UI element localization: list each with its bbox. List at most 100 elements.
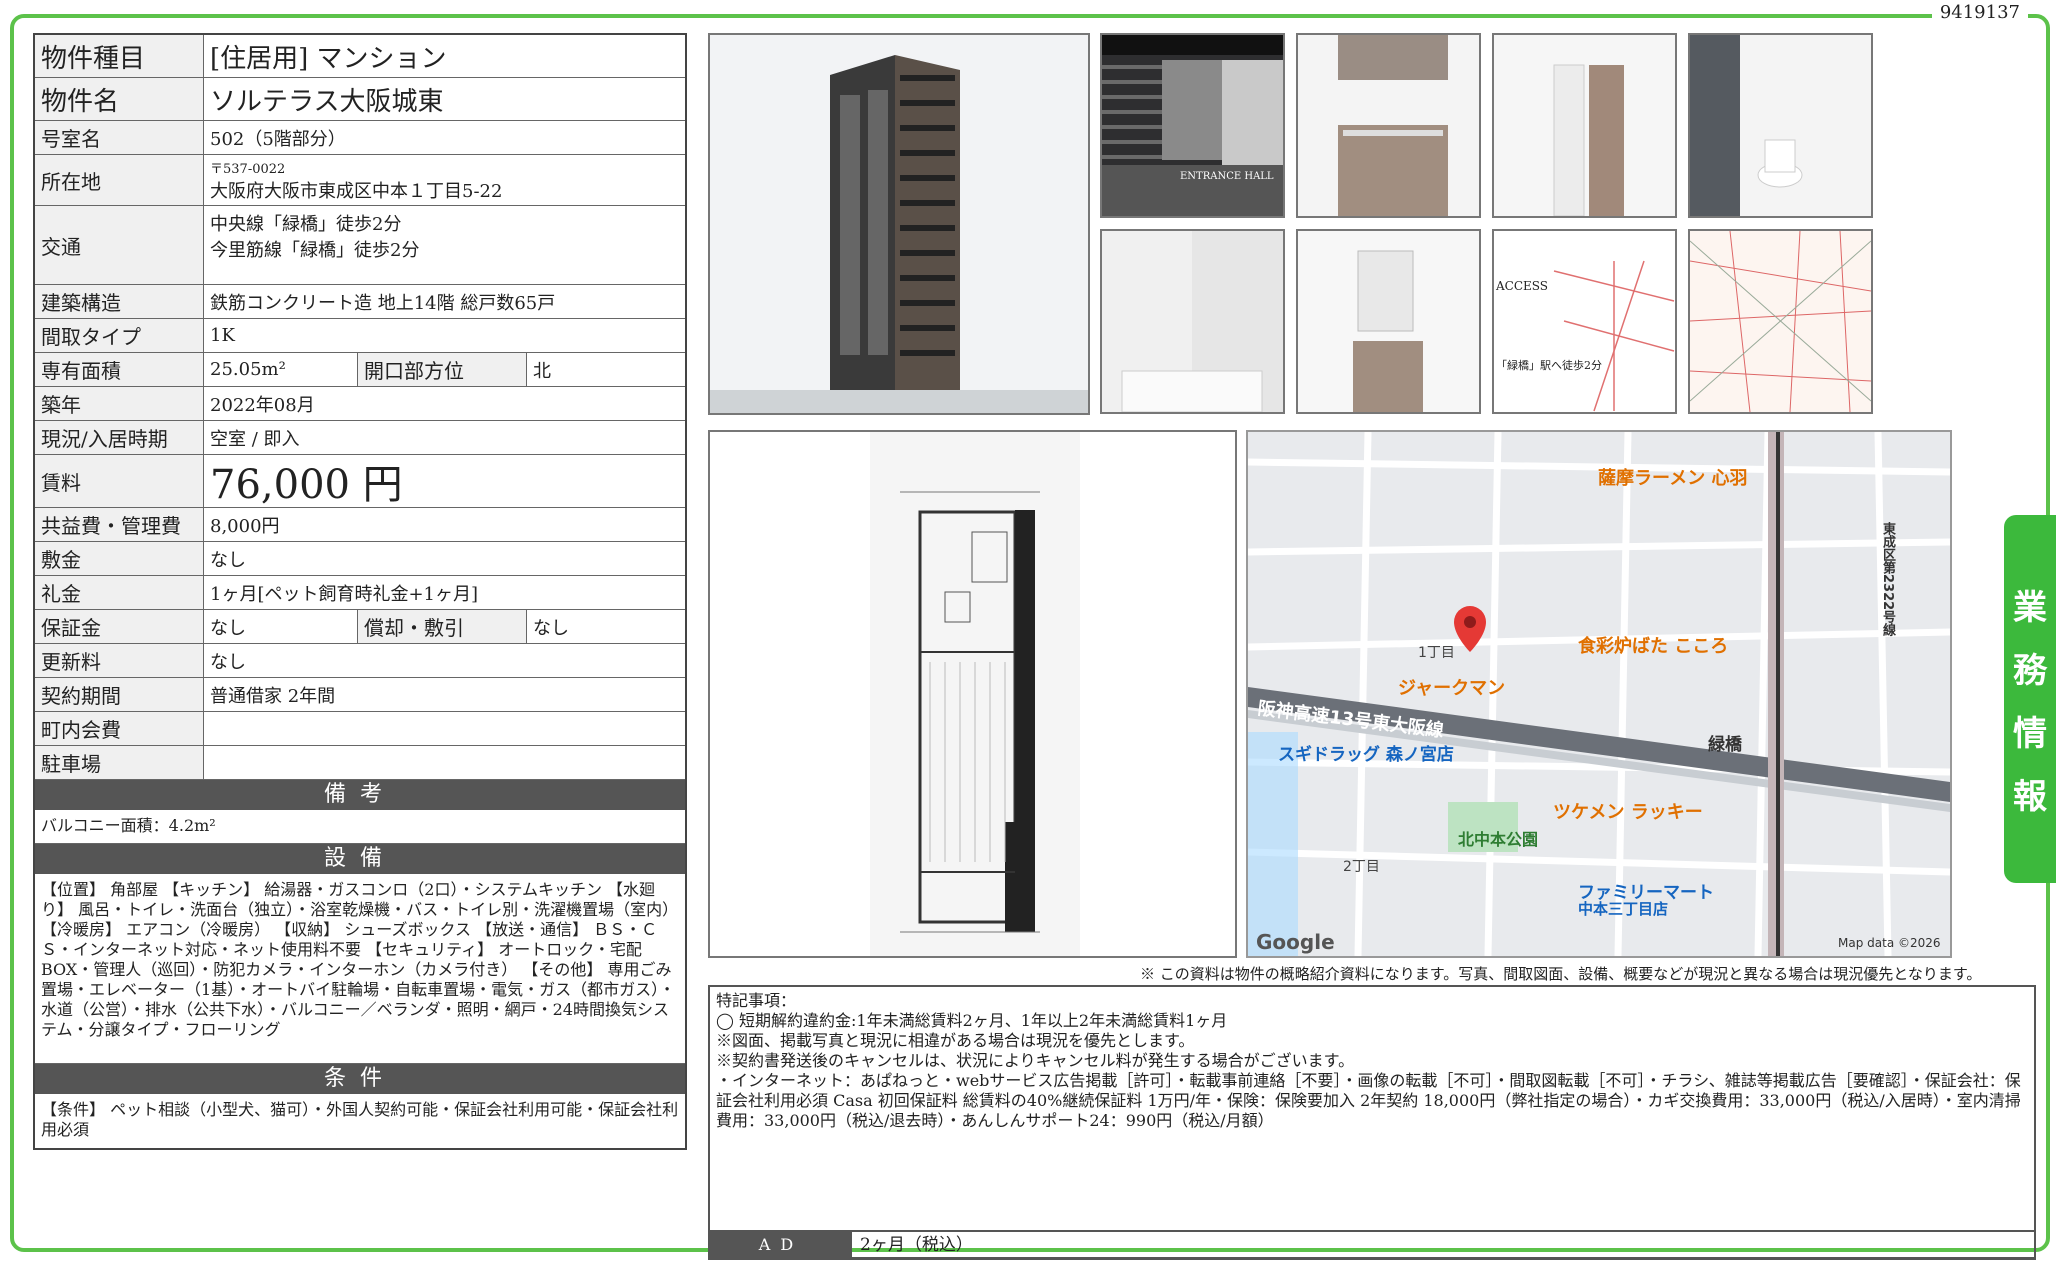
value-structure: 鉄筋コンクリート造 地上14階 総戸数65戸	[210, 292, 556, 314]
value-room: 502（5階部分）	[210, 128, 346, 150]
label-fee: 共益費・管理費	[35, 508, 204, 541]
entrance-illustration	[1102, 35, 1283, 216]
map-label-5: スギドラッグ 森ノ宮店	[1278, 745, 1454, 765]
label-term: 契約期間	[35, 678, 204, 711]
hallway-photo[interactable]	[1492, 33, 1677, 218]
label-renewal: 更新料	[35, 644, 204, 677]
map-label-11: 1丁目	[1418, 645, 1455, 661]
washroom-photo[interactable]	[1296, 229, 1481, 414]
address-text: 大阪府大阪市東成区中本１丁目5-22	[210, 180, 503, 202]
map-label-13: 東成区第2322号線	[1880, 522, 1895, 637]
value-deposit: なし	[210, 549, 246, 571]
ad-value: 2ヶ月（税込）	[860, 1235, 973, 1255]
map-label-12: 2丁目	[1343, 859, 1380, 875]
row-transit: 交通 中央線「緑橋」徒歩2分 今里筋線「緑橋」徒歩2分	[35, 206, 685, 285]
floor-plan[interactable]	[708, 430, 1237, 958]
row-area: 専有面積 25.05m² 開口部方位 北	[35, 353, 685, 387]
map-label-10: 中本三丁目店	[1578, 900, 1669, 918]
label-area: 専有面積	[35, 353, 204, 386]
area-map-photo[interactable]	[1688, 229, 1873, 414]
value-rent: 76,000 円	[210, 462, 403, 508]
remarks-text: バルコニー面積：4.2m²	[35, 810, 685, 844]
bathroom-photo[interactable]	[1100, 229, 1285, 414]
value-guarantee-group: なし 償却・敷引 なし	[204, 610, 685, 643]
special-notes: 特記事項： ◯ 短期解約違約金:1年未満総賃料2ヶ月、1年以上2年未満総賃料1ヶ…	[708, 985, 2036, 1259]
toilet-illustration	[1690, 35, 1803, 216]
label-address: 所在地	[35, 155, 204, 205]
row-status: 現況/入居時期 空室 / 即入	[35, 421, 685, 455]
notes-line-1: ◯ 短期解約違約金:1年未満総賃料2ヶ月、1年以上2年未満総賃料1ヶ月	[716, 1011, 1228, 1030]
kitchen-photo[interactable]	[1296, 33, 1481, 218]
transit-line-1: 中央線「緑橋」徒歩2分	[210, 214, 402, 235]
access-map-illustration	[1553, 260, 1675, 412]
value-area: 25.05m²	[210, 359, 286, 380]
ad-row: AD 2ヶ月（税込）	[708, 1230, 2036, 1260]
zip-code: 〒537-0022	[210, 161, 286, 177]
side-tab-char: 務	[2013, 651, 2047, 691]
toilet-photo[interactable]	[1688, 33, 1873, 218]
label-direction: 開口部方位	[357, 353, 527, 386]
equipment-heading: 設備	[35, 844, 685, 874]
row-rent: 賃料 76,000 円	[35, 455, 685, 508]
value-amortization: なし	[533, 617, 569, 639]
map-label-8: 北中本公園	[1458, 830, 1539, 849]
side-tab-char: 業	[2013, 588, 2047, 628]
row-renewal: 更新料 なし	[35, 644, 685, 678]
remarks-heading: 備考	[35, 780, 685, 810]
ad-label: AD	[710, 1232, 852, 1258]
map-label-7: ツケメン ラッキー	[1553, 802, 1703, 823]
row-name: 物件名 ソルテラス大阪城東	[35, 78, 685, 121]
conditions-text: 【条件】 ペット相談（小型犬、猫可）・外国人契約可能・保証会社利用可能・保証会社…	[41, 1100, 679, 1139]
notes-line-3: ※契約書発送後のキャンセルは、状況によりキャンセル料が発生する場合がございます。	[716, 1051, 1355, 1070]
side-tab-char: 報	[2013, 777, 2047, 817]
row-built: 築年 2022年08月	[35, 387, 685, 421]
location-map[interactable]: 薩摩ラーメン 心羽 食彩炉ばた こころ ジャークマン 阪神高速13号東大阪線 ス…	[1246, 430, 1952, 958]
entrance-hall-photo[interactable]: ENTRANCE HALL	[1100, 33, 1285, 218]
building-illustration	[710, 55, 1088, 413]
map-label-1: 薩摩ラーメン 心羽	[1598, 468, 1748, 489]
building-exterior-photo[interactable]	[708, 33, 1090, 415]
value-renewal: なし	[210, 651, 246, 673]
value-layout: 1K	[210, 325, 235, 346]
row-key-money: 礼金 1ヶ月[ペット飼育時礼金+1ヶ月]	[35, 576, 685, 610]
equipment-text: 【位置】 角部屋 【キッチン】 給湯器・ガスコンロ（2口）・システムキッチン 【…	[35, 874, 685, 1064]
row-room: 号室名 502（5階部分）	[35, 121, 685, 155]
value-area-group: 25.05m² 開口部方位 北	[204, 353, 685, 386]
kitchen-illustration	[1338, 35, 1448, 216]
map-label-2: 食彩炉ばた こころ	[1578, 636, 1729, 657]
value-name: ソルテラス大阪城東	[210, 86, 444, 117]
map-label-3: ジャークマン	[1398, 678, 1506, 699]
row-association: 町内会費	[35, 712, 685, 746]
row-deposit: 敷金 なし	[35, 542, 685, 576]
value-guarantee: なし	[210, 617, 246, 639]
row-guarantee: 保証金 なし 償却・敷引 なし	[35, 610, 685, 644]
property-spec-table: 物件種目 [住居用] マンション 物件名 ソルテラス大阪城東 号室名 502（5…	[33, 33, 687, 1150]
side-tab[interactable]: 業 務 情 報	[2004, 515, 2056, 883]
value-type: [住居用] マンション	[210, 43, 447, 74]
label-guarantee: 保証金	[35, 610, 204, 643]
google-logo: Google	[1256, 930, 1335, 954]
label-status: 現況/入居時期	[35, 421, 204, 454]
label-association: 町内会費	[35, 712, 204, 745]
value-status: 空室 / 即入	[210, 428, 300, 450]
map-attribution: Map data ©2026	[1838, 936, 1941, 950]
access-map-photo[interactable]: ACCESS 「緑橋」駅へ徒歩2分	[1492, 229, 1677, 414]
disclaimer: ※ この資料は物件の概略紹介資料になります。写真、間取図面、設備、概要などが現況…	[1140, 965, 1982, 983]
bathroom-illustration	[1121, 231, 1283, 412]
notes-line-4: ・インターネット：あぱねっと・webサービス広告掲載［許可］・転載事前連絡［不要…	[716, 1071, 2021, 1130]
label-rent: 賃料	[35, 455, 204, 507]
value-parking	[204, 746, 685, 779]
row-address: 所在地 〒537-0022 大阪府大阪市東成区中本１丁目5-22	[35, 155, 685, 206]
value-direction: 北	[533, 360, 551, 382]
label-room: 号室名	[35, 121, 204, 154]
row-layout: 間取タイプ 1K	[35, 319, 685, 353]
label-built: 築年	[35, 387, 204, 420]
row-term: 契約期間 普通借家 2年間	[35, 678, 685, 712]
access-subcaption: 「緑橋」駅へ徒歩2分	[1496, 359, 1602, 372]
value-address: 〒537-0022 大阪府大阪市東成区中本１丁目5-22	[204, 155, 685, 205]
label-key-money: 礼金	[35, 576, 204, 609]
washroom-illustration	[1353, 250, 1423, 412]
row-fee: 共益費・管理費 8,000円	[35, 508, 685, 542]
hallway-illustration	[1553, 64, 1624, 216]
label-parking: 駐車場	[35, 746, 204, 779]
